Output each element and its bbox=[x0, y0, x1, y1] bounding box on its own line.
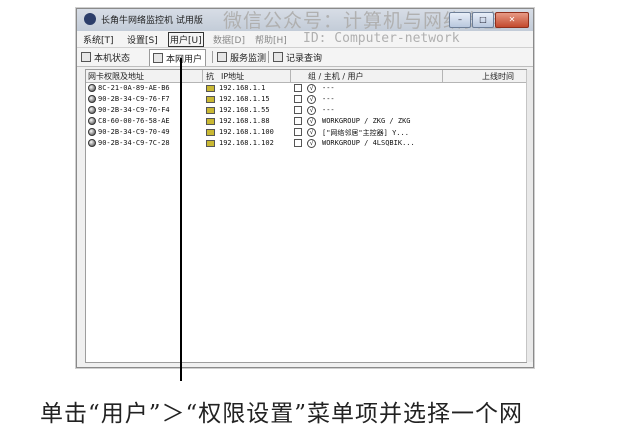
table-row[interactable]: 90-2B-34-C9-76-F7 192.168.1.15 √ --- bbox=[86, 95, 526, 105]
group-host-user: --- bbox=[322, 84, 335, 92]
tab-divider bbox=[268, 51, 269, 63]
mac-address: 90-2B-34-C9-76-F4 bbox=[98, 106, 170, 114]
monitor-icon bbox=[206, 139, 215, 147]
menu-system[interactable]: 系统[T] bbox=[83, 33, 114, 46]
table-row[interactable]: C8-60-00-76-58-AE 192.168.1.88 √ WORKGRO… bbox=[86, 117, 526, 127]
mac-address: 90-2B-34-C9-70-49 bbox=[98, 128, 170, 136]
row-checkbox[interactable] bbox=[294, 128, 302, 136]
monitor-icon bbox=[206, 95, 215, 103]
status-check-icon: √ bbox=[307, 106, 316, 115]
group-host-user: ["网络邻居"主控器] Y... bbox=[322, 129, 409, 137]
status-check-icon: √ bbox=[307, 139, 316, 148]
tab-label: 本机状态 bbox=[94, 53, 131, 64]
tab-network-users[interactable]: 本网用户 bbox=[149, 49, 207, 66]
ip-address: 192.168.1.1 bbox=[219, 84, 266, 92]
monitor-icon bbox=[206, 84, 215, 92]
col-mac[interactable]: 网卡权限及地址 bbox=[88, 71, 144, 82]
tab-service-monitor[interactable]: 服务监测 bbox=[217, 50, 266, 64]
ip-address: 192.168.1.55 bbox=[219, 106, 270, 114]
window-controls: – □ ✕ bbox=[449, 12, 529, 28]
group-host-user: --- bbox=[322, 106, 335, 114]
row-checkbox[interactable] bbox=[294, 139, 302, 147]
menu-help[interactable]: 帮助[H] bbox=[255, 33, 287, 46]
close-button[interactable]: ✕ bbox=[495, 12, 529, 28]
menu-data[interactable]: 数据[D] bbox=[213, 33, 245, 46]
table-row[interactable]: 90-2B-34-C9-76-F4 192.168.1.55 √ --- bbox=[86, 106, 526, 116]
instruction-caption: 单击“用户”＞“权限设置”菜单项并选择一个网 bbox=[40, 401, 524, 427]
tab-label: 本网用户 bbox=[166, 54, 203, 65]
network-globe-icon bbox=[88, 95, 96, 103]
table-header: 网卡权限及地址 抗 IP地址 组 / 主机 / 用户 上线时间 bbox=[86, 70, 526, 83]
menu-settings[interactable]: 设置[S] bbox=[127, 33, 158, 46]
monitor-icon bbox=[206, 128, 215, 136]
network-globe-icon bbox=[88, 139, 96, 147]
status-check-icon: √ bbox=[307, 117, 316, 126]
mac-address: 8C-21-0A-89-AE-B6 bbox=[98, 84, 170, 92]
menu-user[interactable]: 用户[U] bbox=[168, 32, 204, 47]
col-divider bbox=[442, 70, 443, 82]
mac-address: C8-60-00-76-58-AE bbox=[98, 117, 170, 125]
user-table: 网卡权限及地址 抗 IP地址 组 / 主机 / 用户 上线时间 8C-21-0A… bbox=[85, 69, 533, 363]
ip-address: 192.168.1.100 bbox=[219, 128, 274, 136]
col-ip[interactable]: IP地址 bbox=[221, 71, 244, 82]
title-bar: 长角牛网络监控机 试用版 微信公众号：计算机与网络安全 – □ ✕ bbox=[77, 9, 533, 32]
monitor-icon bbox=[206, 117, 215, 125]
status-check-icon: √ bbox=[307, 84, 316, 93]
tab-record-query[interactable]: 记录查询 bbox=[273, 50, 322, 64]
window-title: 长角牛网络监控机 试用版 bbox=[101, 16, 203, 26]
col-divider bbox=[202, 70, 203, 82]
ip-address: 192.168.1.88 bbox=[219, 117, 270, 125]
network-globe-icon bbox=[88, 106, 96, 114]
col-online-time[interactable]: 上线时间 bbox=[482, 71, 514, 82]
ip-address: 192.168.1.15 bbox=[219, 95, 270, 103]
network-globe-icon bbox=[88, 128, 96, 136]
tab-divider bbox=[212, 51, 213, 63]
table-row[interactable]: 90-2B-34-C9-7C-28 192.168.1.102 √ WORKGR… bbox=[86, 139, 526, 149]
ip-address: 192.168.1.102 bbox=[219, 139, 274, 147]
group-host-user: WORKGROUP / ZKG / ZKG bbox=[322, 117, 411, 125]
table-row[interactable]: 90-2B-34-C9-70-49 192.168.1.100 √ ["网络邻居… bbox=[86, 128, 526, 138]
col-group[interactable]: 组 / 主机 / 用户 bbox=[308, 71, 364, 82]
tab-label: 记录查询 bbox=[286, 53, 323, 64]
table-row[interactable]: 8C-21-0A-89-AE-B6 192.168.1.1 √ --- bbox=[86, 84, 526, 94]
callout-pointer-line bbox=[180, 58, 182, 381]
group-host-user: --- bbox=[322, 95, 335, 103]
tab-local-status[interactable]: 本机状态 bbox=[81, 50, 130, 64]
row-checkbox[interactable] bbox=[294, 106, 302, 114]
row-checkbox[interactable] bbox=[294, 84, 302, 92]
status-check-icon: √ bbox=[307, 128, 316, 137]
mac-address: 90-2B-34-C9-76-F7 bbox=[98, 95, 170, 103]
monitor-icon bbox=[206, 106, 215, 114]
col-flag[interactable]: 抗 bbox=[206, 71, 214, 82]
vertical-scrollbar[interactable] bbox=[526, 70, 533, 362]
search-icon bbox=[273, 52, 283, 62]
computer-icon bbox=[81, 52, 91, 62]
network-globe-icon bbox=[88, 117, 96, 125]
status-check-icon: √ bbox=[307, 95, 316, 104]
monitor-icon bbox=[217, 52, 227, 62]
mac-address: 90-2B-34-C9-7C-28 bbox=[98, 139, 170, 147]
minimize-button[interactable]: – bbox=[449, 12, 471, 28]
row-checkbox[interactable] bbox=[294, 117, 302, 125]
menu-bar: 系统[T] 设置[S] 用户[U] 数据[D] 帮助[H] ID: Comput… bbox=[77, 31, 533, 48]
network-globe-icon bbox=[88, 84, 96, 92]
tab-bar: 本机状态 本网用户 服务监测 记录查询 bbox=[77, 48, 533, 67]
group-host-user: WORKGROUP / 4LSQBIK... bbox=[322, 139, 415, 147]
tab-label: 服务监测 bbox=[230, 53, 267, 64]
col-divider bbox=[290, 70, 291, 82]
row-checkbox[interactable] bbox=[294, 95, 302, 103]
watermark-id: ID: Computer-network bbox=[303, 31, 460, 46]
users-icon bbox=[153, 53, 163, 63]
main-window: 长角牛网络监控机 试用版 微信公众号：计算机与网络安全 – □ ✕ 系统[T] … bbox=[76, 8, 534, 368]
maximize-button[interactable]: □ bbox=[472, 12, 494, 28]
app-logo-icon bbox=[84, 13, 96, 25]
